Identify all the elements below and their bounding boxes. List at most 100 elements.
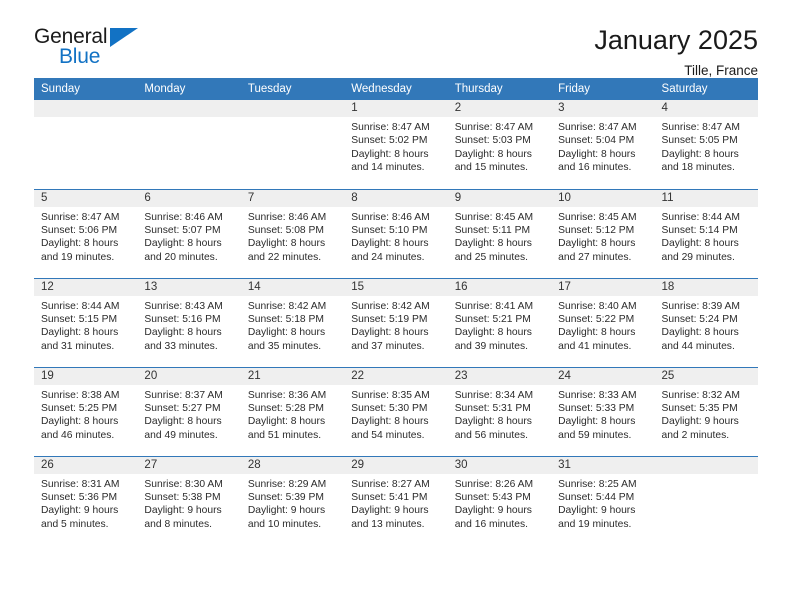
weekday-header-saturday: Saturday	[654, 78, 758, 100]
sunrise-text: Sunrise: 8:45 AM	[454, 211, 534, 223]
daylight-text-line1: Daylight: 8 hours	[454, 416, 532, 428]
day-details: Sunrise: 8:47 AM Sunset: 5:06 PM Daylight:…	[34, 207, 137, 265]
calendar-day-cell[interactable]: 17 Sunrise: 8:40 AM Sunset: 5:22 PM Dayligh…	[551, 277, 655, 367]
sunrise-text: Sunrise: 8:29 AM	[247, 478, 327, 490]
location-subtitle: Tille, France	[684, 63, 758, 79]
day-number: 21	[240, 367, 345, 385]
daylight-text-line1: Daylight: 8 hours	[144, 327, 222, 339]
day-details: Sunrise: 8:47 AM Sunset: 5:05 PM Daylight:…	[655, 117, 758, 175]
daylight-text-line2: and 19 minutes.	[558, 518, 632, 530]
sunset-text: Sunset: 5:15 PM	[41, 313, 118, 325]
calendar-day-cell[interactable]: 28 Sunrise: 8:29 AM Sunset: 5:39 PM Dayligh…	[240, 455, 345, 545]
day-details: Sunrise: 8:27 AM Sunset: 5:41 PM Daylight:…	[344, 474, 447, 532]
general-blue-logo[interactable]: General Blue	[34, 26, 154, 72]
weekday-header-tuesday: Tuesday	[240, 78, 345, 100]
calendar-day-cell[interactable]: 15 Sunrise: 8:42 AM Sunset: 5:19 PM Dayligh…	[344, 277, 448, 367]
day-number: 27	[137, 456, 241, 474]
sunset-text: Sunset: 5:05 PM	[661, 135, 738, 147]
calendar-day-cell[interactable]: 13 Sunrise: 8:43 AM Sunset: 5:16 PM Dayligh…	[137, 277, 241, 367]
sunset-text: Sunset: 5:10 PM	[351, 224, 428, 236]
daylight-text-line2: and 5 minutes.	[41, 518, 109, 530]
calendar-day-cell[interactable]: 22 Sunrise: 8:35 AM Sunset: 5:30 PM Dayligh…	[344, 366, 448, 456]
calendar-day-cell[interactable]: 19 Sunrise: 8:38 AM Sunset: 5:25 PM Dayligh…	[34, 366, 138, 456]
calendar-day-cell[interactable]: 16 Sunrise: 8:41 AM Sunset: 5:21 PM Dayligh…	[447, 277, 552, 367]
daylight-text-line2: and 29 minutes.	[661, 251, 735, 263]
daylight-text-line2: and 25 minutes.	[454, 251, 528, 263]
calendar-day-cell[interactable]: 29 Sunrise: 8:27 AM Sunset: 5:41 PM Dayligh…	[344, 455, 448, 545]
calendar-day-cell[interactable]: 21 Sunrise: 8:36 AM Sunset: 5:28 PM Dayligh…	[240, 366, 345, 456]
daylight-text-line1: Daylight: 8 hours	[558, 327, 636, 339]
daylight-text-line2: and 15 minutes.	[454, 162, 528, 174]
calendar-header-row-group: Sunday Monday Tuesday Wednesday Thursday…	[34, 78, 758, 100]
daylight-text-line2: and 49 minutes.	[144, 429, 218, 441]
day-number: 28	[240, 456, 345, 474]
daylight-text-line2: and 2 minutes.	[661, 429, 730, 441]
calendar-day-cell[interactable]: 18 Sunrise: 8:39 AM Sunset: 5:24 PM Dayligh…	[654, 277, 758, 367]
calendar-day-cell[interactable]: 25 Sunrise: 8:32 AM Sunset: 5:35 PM Dayligh…	[654, 366, 758, 456]
daylight-text-line1: Daylight: 9 hours	[661, 416, 739, 428]
calendar-day-cell[interactable]: 24 Sunrise: 8:33 AM Sunset: 5:33 PM Dayligh…	[551, 366, 655, 456]
daylight-text-line1: Daylight: 8 hours	[41, 416, 119, 428]
calendar-day-cell[interactable]: 30 Sunrise: 8:26 AM Sunset: 5:43 PM Dayligh…	[447, 455, 552, 545]
day-details: Sunrise: 8:45 AM Sunset: 5:11 PM Daylight:…	[448, 207, 551, 265]
day-details: Sunrise: 8:46 AM Sunset: 5:07 PM Daylight:…	[137, 207, 240, 265]
daylight-text-line1: Daylight: 8 hours	[661, 238, 739, 250]
sunset-text: Sunset: 5:04 PM	[558, 135, 635, 147]
daylight-text-line2: and 54 minutes.	[351, 429, 425, 441]
calendar-day-cell[interactable]: 20 Sunrise: 8:37 AM Sunset: 5:27 PM Dayligh…	[137, 366, 241, 456]
sunset-text: Sunset: 5:25 PM	[41, 402, 118, 414]
sunrise-text: Sunrise: 8:38 AM	[41, 389, 120, 401]
day-details: Sunrise: 8:45 AM Sunset: 5:12 PM Daylight:…	[551, 207, 654, 265]
sunrise-text: Sunrise: 8:47 AM	[351, 122, 430, 133]
sunset-text: Sunset: 5:06 PM	[41, 224, 118, 236]
sunrise-text: Sunrise: 8:26 AM	[454, 478, 534, 490]
daylight-text-line1: Daylight: 8 hours	[351, 148, 429, 160]
calendar-day-cell-empty	[240, 100, 345, 189]
day-number: 15	[344, 278, 448, 296]
calendar-day-cell[interactable]: 3 Sunrise: 8:47 AM Sunset: 5:04 PM Daylight…	[551, 100, 655, 189]
sunset-text: Sunset: 5:24 PM	[661, 313, 738, 325]
calendar-day-cell[interactable]: 11 Sunrise: 8:44 AM Sunset: 5:14 PM Dayligh…	[654, 188, 758, 278]
daylight-text-line2: and 8 minutes.	[144, 518, 212, 530]
sunset-text: Sunset: 5:33 PM	[558, 402, 635, 414]
sunrise-text: Sunrise: 8:34 AM	[454, 389, 534, 401]
daylight-text-line2: and 14 minutes.	[351, 162, 425, 174]
calendar-day-cell[interactable]: 8 Sunrise: 8:46 AM Sunset: 5:10 PM Daylight…	[344, 188, 448, 278]
calendar-day-cell[interactable]: 7 Sunrise: 8:46 AM Sunset: 5:08 PM Daylight…	[240, 188, 345, 278]
calendar-day-cell[interactable]: 27 Sunrise: 8:30 AM Sunset: 5:38 PM Dayligh…	[137, 455, 241, 545]
day-details: Sunrise: 8:47 AM Sunset: 5:02 PM Daylight:…	[344, 117, 447, 175]
sunrise-text: Sunrise: 8:47 AM	[41, 211, 120, 223]
sunset-text: Sunset: 5:31 PM	[454, 402, 531, 414]
daylight-text-line1: Daylight: 8 hours	[351, 327, 429, 339]
calendar-day-cell[interactable]: 4 Sunrise: 8:47 AM Sunset: 5:05 PM Daylight…	[654, 100, 758, 189]
daylight-text-line2: and 51 minutes.	[247, 429, 322, 441]
day-details: Sunrise: 8:38 AM Sunset: 5:25 PM Daylight:…	[34, 385, 137, 443]
calendar-day-cell[interactable]: 31 Sunrise: 8:25 AM Sunset: 5:44 PM Dayligh…	[551, 455, 655, 545]
calendar-day-cell[interactable]: 6 Sunrise: 8:46 AM Sunset: 5:07 PM Daylight…	[137, 188, 241, 278]
daylight-text-line2: and 19 minutes.	[41, 251, 115, 263]
daylight-text-line1: Daylight: 8 hours	[661, 327, 739, 339]
calendar-day-cell[interactable]: 10 Sunrise: 8:45 AM Sunset: 5:12 PM Dayligh…	[551, 188, 655, 278]
day-details: Sunrise: 8:35 AM Sunset: 5:30 PM Daylight:…	[344, 385, 447, 443]
calendar-day-cell[interactable]: 23 Sunrise: 8:34 AM Sunset: 5:31 PM Dayligh…	[447, 366, 552, 456]
sunset-text: Sunset: 5:02 PM	[351, 135, 428, 147]
sunrise-text: Sunrise: 8:44 AM	[661, 211, 740, 223]
sunset-text: Sunset: 5:12 PM	[558, 224, 635, 236]
calendar-day-cell[interactable]: 9 Sunrise: 8:45 AM Sunset: 5:11 PM Daylight…	[447, 188, 552, 278]
calendar-day-cell[interactable]: 5 Sunrise: 8:47 AM Sunset: 5:06 PM Daylight…	[34, 188, 138, 278]
daylight-text-line1: Daylight: 9 hours	[558, 505, 636, 517]
calendar-day-cell[interactable]: 14 Sunrise: 8:42 AM Sunset: 5:18 PM Dayligh…	[240, 277, 345, 367]
calendar-day-cell[interactable]: 1 Sunrise: 8:47 AM Sunset: 5:02 PM Daylight…	[344, 100, 448, 189]
sunrise-text: Sunrise: 8:43 AM	[144, 300, 223, 312]
calendar-day-cell[interactable]: 2 Sunrise: 8:47 AM Sunset: 5:03 PM Daylight…	[447, 100, 552, 189]
sunrise-text: Sunrise: 8:47 AM	[454, 122, 534, 133]
sunrise-text: Sunrise: 8:46 AM	[351, 211, 430, 223]
daylight-text-line2: and 18 minutes.	[661, 162, 735, 174]
daylight-text-line2: and 22 minutes.	[247, 251, 322, 263]
day-number	[137, 100, 241, 117]
calendar-day-cell[interactable]: 26 Sunrise: 8:31 AM Sunset: 5:36 PM Dayligh…	[34, 455, 138, 545]
daylight-text-line1: Daylight: 8 hours	[144, 238, 222, 250]
daylight-text-line2: and 35 minutes.	[247, 340, 322, 352]
daylight-text-line2: and 33 minutes.	[144, 340, 218, 352]
calendar-day-cell[interactable]: 12 Sunrise: 8:44 AM Sunset: 5:15 PM Dayligh…	[34, 277, 138, 367]
